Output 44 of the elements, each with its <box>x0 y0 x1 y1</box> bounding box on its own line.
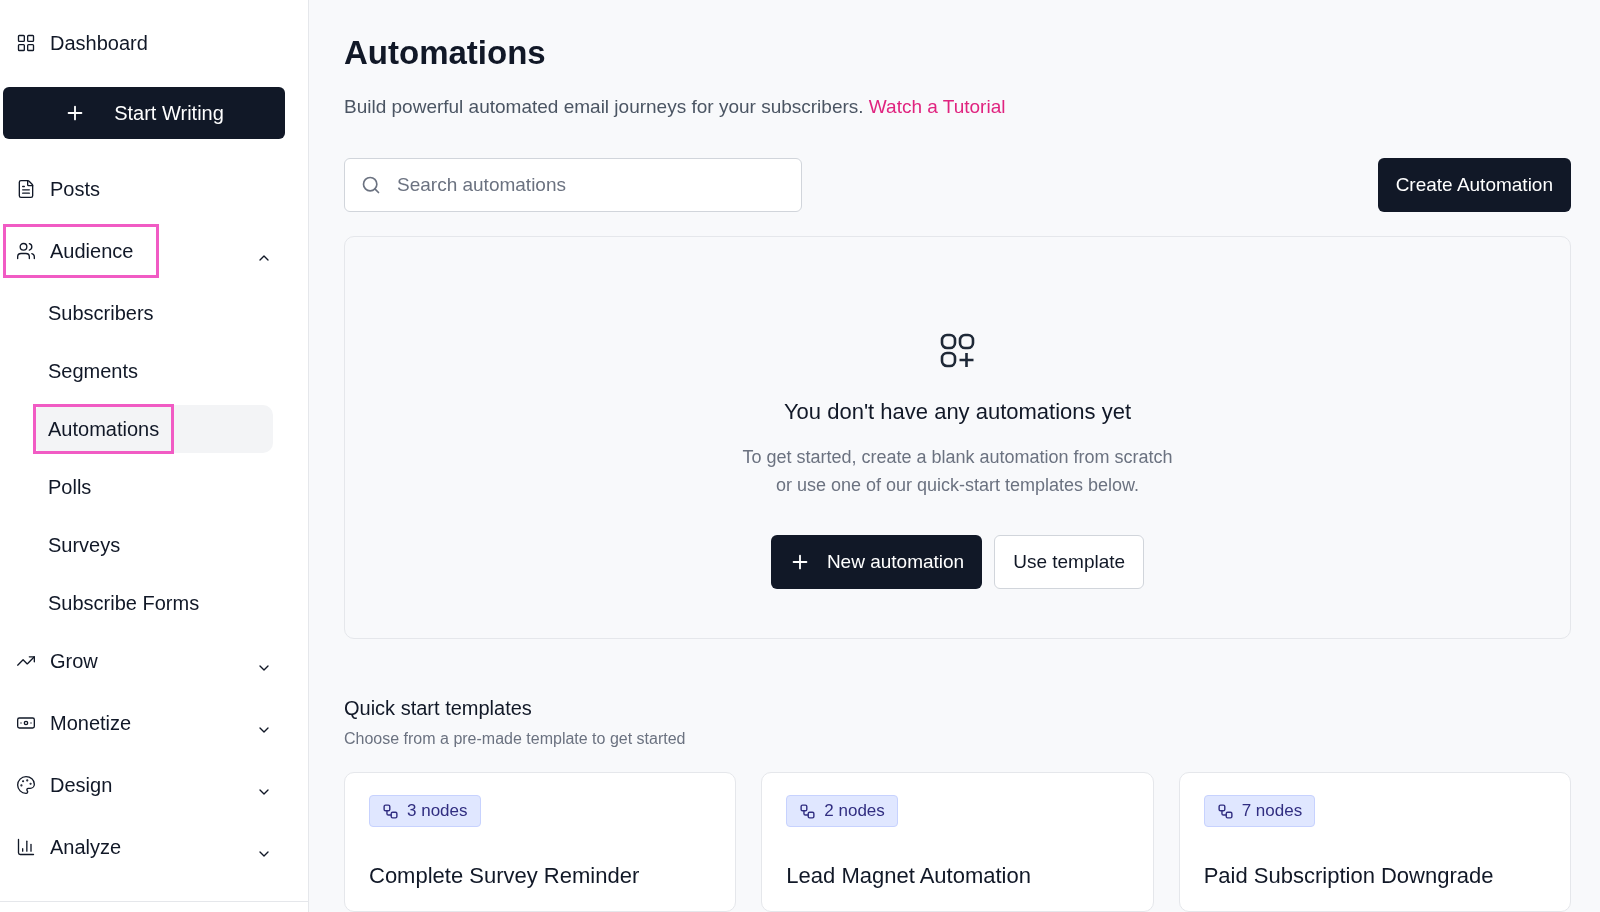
sidebar-subitem[interactable]: Subscribers <box>34 289 273 337</box>
search-icon <box>361 175 381 195</box>
nodes-badge: 7 nodes <box>1203 795 1316 827</box>
sidebar-group[interactable]: Design <box>6 761 226 809</box>
grid-icon <box>16 33 36 53</box>
start-writing-button[interactable]: Start Writing <box>3 87 285 139</box>
sidebar-subitem[interactable]: Surveys <box>34 521 273 569</box>
sidebar-group[interactable]: Audience <box>6 227 156 275</box>
template-card[interactable]: 7 nodes Paid Subscription Downgrade <box>1178 772 1571 912</box>
sidebar-subitem[interactable]: Subscribe Forms <box>34 579 273 627</box>
template-title: Lead Magnet Automation <box>786 863 1032 889</box>
sidebar-group[interactable]: Grow <box>6 637 226 685</box>
sidebar-item[interactable]: Dashboard <box>6 19 286 67</box>
bar-chart-icon <box>16 837 36 857</box>
sidebar-group[interactable]: Monetize <box>6 699 226 747</box>
document-icon <box>16 179 36 199</box>
search-field[interactable]: Search automations <box>344 158 802 212</box>
page-subtitle: Build powerful automated email journeys for your subscribers. Watch a Tutorial <box>344 96 1007 118</box>
template-card[interactable]: 2 nodes Lead Magnet Automation <box>761 772 1154 912</box>
section-subtitle: Choose from a pre-made template to get started <box>344 730 687 748</box>
template-title: Complete Survey Reminder <box>369 863 641 889</box>
template-title: Paid Subscription Downgrade <box>1203 863 1495 889</box>
workflow-icon <box>382 802 399 820</box>
workflow-icon <box>1216 802 1234 820</box>
sidebar-group[interactable]: Analyze <box>6 823 226 871</box>
template-card[interactable]: 3 nodes Complete Survey Reminder <box>344 772 737 912</box>
nodes-badge: 2 nodes <box>786 795 898 827</box>
empty-state-description: To get started, create a blank automation from scratch or use one of our quick-start templates below. <box>742 446 1173 497</box>
create-automation-button[interactable]: Create Automation <box>1377 158 1571 212</box>
workflow-icon <box>799 802 817 820</box>
sidebar-subitem[interactable]: Automations <box>34 405 273 453</box>
nodes-badge: 3 nodes <box>369 795 481 827</box>
sidebar-subitem[interactable]: Segments <box>34 347 273 395</box>
sidebar-subitem[interactable]: Polls <box>34 463 273 511</box>
people-icon <box>16 241 36 261</box>
tutorial-link[interactable]: Watch a Tutorial <box>868 96 1006 117</box>
apps-add-icon <box>939 333 976 369</box>
palette-icon <box>16 775 36 795</box>
sidebar-item[interactable]: Posts <box>6 165 286 213</box>
new-automation-button[interactable]: New automation <box>770 535 983 589</box>
empty-state-heading: You don't have any automations yet <box>783 399 1132 425</box>
section-title: Quick start templates <box>344 697 533 720</box>
use-template-button[interactable]: Use template <box>994 535 1145 589</box>
page-title: Automations <box>344 34 547 72</box>
